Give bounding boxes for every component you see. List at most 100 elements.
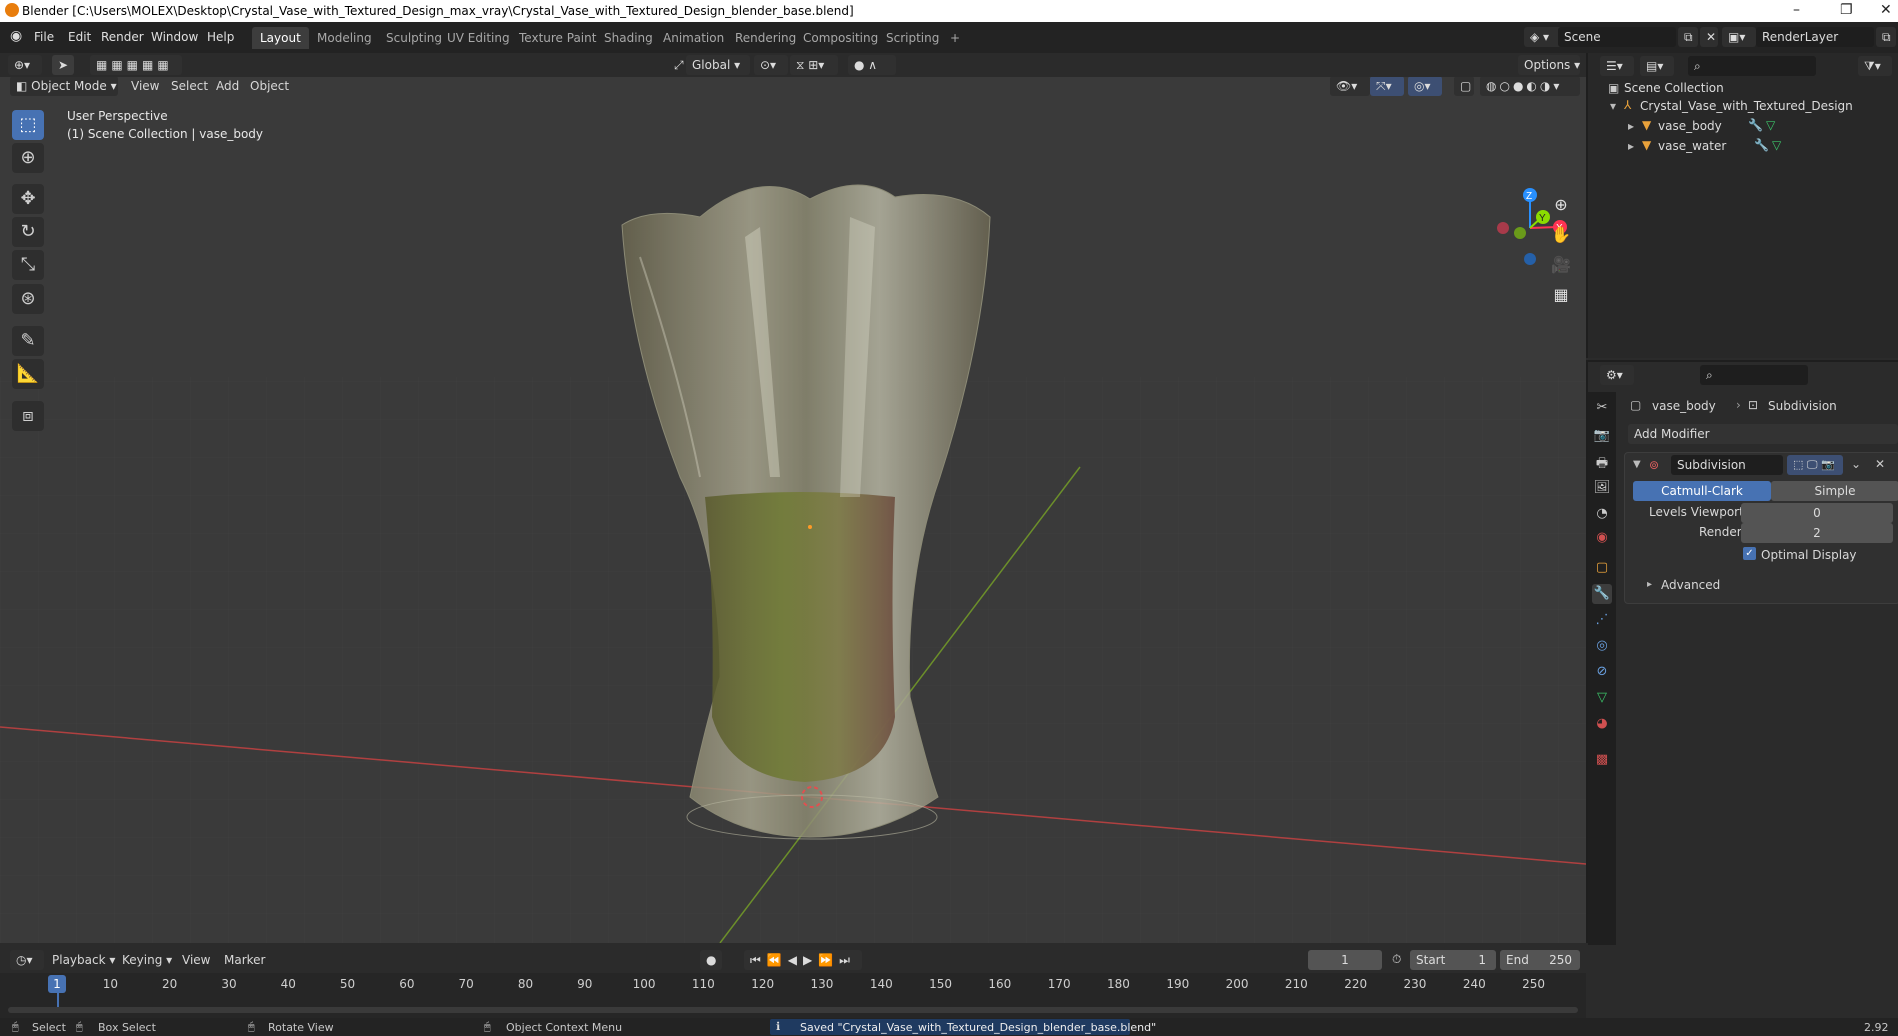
cursor-tool-icon[interactable]: ⊕: [12, 143, 44, 173]
optimal-display-checkbox[interactable]: ✓: [1743, 547, 1756, 560]
modifier-dropdown-icon[interactable]: ⌄: [1851, 457, 1861, 471]
filter-icon[interactable]: ⧩▾: [1858, 56, 1892, 76]
menu-help[interactable]: Help: [207, 30, 234, 44]
modifier-tab-icon[interactable]: 🔧: [1592, 584, 1612, 604]
tool-cursor-icon[interactable]: ➤: [52, 55, 74, 75]
outliner-editor-type-icon[interactable]: ☰▾: [1600, 56, 1634, 76]
timeline-area[interactable]: 1 10 20 30 40 50 60 70 80 90 100 110 120 130 140 150 16…: [0, 973, 1586, 1018]
editor-type-icon[interactable]: ⊕▾: [8, 55, 42, 75]
output-tab-icon[interactable]: 🖶: [1592, 454, 1612, 474]
expand-arrow-icon[interactable]: ▸: [1628, 119, 1634, 133]
object-tab-icon[interactable]: ▢: [1592, 558, 1612, 578]
delete-scene-icon[interactable]: ✕: [1700, 27, 1718, 47]
properties-search-input[interactable]: ⌕: [1700, 365, 1808, 385]
playback-menu[interactable]: Playback ▾: [52, 953, 115, 967]
timeline-scrollbar[interactable]: [8, 1007, 1578, 1013]
tab-compositing[interactable]: Compositing: [795, 27, 886, 49]
transform-orientation-dropdown[interactable]: Global ▾: [686, 55, 750, 75]
modifier-visibility-toggles[interactable]: ⬚ 🖵 📷: [1787, 455, 1843, 475]
modifier-wrench-icon[interactable]: 🔧: [1754, 138, 1769, 152]
tab-shading[interactable]: Shading: [596, 27, 661, 49]
gizmo-neg-y-icon[interactable]: [1514, 227, 1526, 239]
add-cube-tool-icon[interactable]: ⧈: [12, 401, 44, 431]
outliner-collection-row[interactable]: ▾ ⅄ Crystal_Vase_with_Textured_Design: [1588, 96, 1898, 116]
3d-viewport[interactable]: Z Y X ◧ Object Mode ▾ View Select Add Ob…: [0, 77, 1586, 943]
snap-icon[interactable]: ⧖ ⊞▾: [790, 55, 838, 75]
outliner-vase-water-row[interactable]: ▸ ▼ vase_water 🔧 ▽: [1588, 136, 1898, 156]
display-mode-icon[interactable]: ▤▾: [1640, 56, 1674, 76]
world-tab-icon[interactable]: ◉: [1592, 528, 1612, 548]
move-tool-icon[interactable]: ✥: [12, 184, 44, 214]
tab-rendering[interactable]: Rendering: [727, 27, 804, 49]
close-button[interactable]: ✕: [1880, 2, 1892, 18]
tab-texture-paint[interactable]: Texture Paint: [511, 27, 604, 49]
gizmo-neg-x-icon[interactable]: [1497, 222, 1509, 234]
transform-orientation-icon[interactable]: ⤢: [668, 55, 688, 75]
menu-edit[interactable]: Edit: [68, 30, 91, 44]
expand-arrow-icon[interactable]: ▾: [1610, 99, 1616, 113]
mesh-data-icon[interactable]: ▽: [1766, 118, 1775, 132]
start-frame-field[interactable]: Start 1: [1410, 950, 1496, 970]
object-menu[interactable]: Object: [250, 79, 289, 93]
menu-render[interactable]: Render: [101, 30, 144, 44]
scene-tab-icon[interactable]: ◔: [1592, 504, 1612, 524]
collapse-arrow-icon[interactable]: ▼: [1633, 459, 1641, 470]
menu-window[interactable]: Window: [151, 30, 198, 44]
restore-button[interactable]: ❐: [1840, 2, 1853, 18]
mode-dropdown[interactable]: ◧ Object Mode ▾: [10, 77, 118, 96]
data-tab-icon[interactable]: ▽: [1592, 688, 1612, 708]
keying-menu[interactable]: Keying ▾: [122, 953, 172, 967]
outliner-scene-collection[interactable]: ▣ Scene Collection: [1588, 78, 1898, 98]
outliner-vase-body-row[interactable]: ▸ ▼ vase_body 🔧 ▽: [1588, 116, 1898, 136]
proportional-edit-icon[interactable]: ● ∧: [848, 55, 896, 75]
tab-scripting[interactable]: Scripting: [878, 27, 947, 49]
end-frame-field[interactable]: End 250: [1500, 950, 1580, 970]
gizmo-neg-z-icon[interactable]: [1524, 253, 1536, 265]
modifier-remove-icon[interactable]: ✕: [1875, 457, 1885, 471]
expand-arrow-icon[interactable]: ▸: [1628, 139, 1634, 153]
tab-modeling[interactable]: Modeling: [309, 27, 380, 49]
marker-menu[interactable]: Marker: [224, 953, 265, 967]
options-dropdown[interactable]: Options ▾: [1518, 55, 1580, 75]
visibility-icon[interactable]: 👁▾: [1330, 77, 1370, 96]
tab-animation[interactable]: Animation: [655, 27, 732, 49]
render-layer-icon[interactable]: ▣▾: [1722, 27, 1756, 47]
texture-tab-icon[interactable]: ▩: [1592, 750, 1612, 770]
view-layer-tab-icon[interactable]: 🖼: [1592, 478, 1612, 498]
stopwatch-icon[interactable]: ⏱: [1392, 952, 1401, 967]
render-levels-field[interactable]: 2: [1741, 523, 1893, 543]
add-modifier-button[interactable]: Add Modifier: [1628, 424, 1898, 444]
view-menu[interactable]: View: [131, 79, 159, 93]
tab-layout[interactable]: Layout: [252, 27, 309, 49]
add-workspace-button[interactable]: +: [942, 27, 968, 49]
transform-tool-icon[interactable]: ⊛: [12, 284, 44, 314]
record-keyframe-icon[interactable]: ●: [700, 950, 722, 970]
menu-file[interactable]: File: [34, 30, 54, 44]
timeline-editor-type-icon[interactable]: ◷▾: [10, 950, 44, 970]
camera-view-icon[interactable]: 🎥: [1548, 252, 1574, 278]
physics-tab-icon[interactable]: ◎: [1592, 636, 1612, 656]
scene-selector[interactable]: Scene: [1558, 27, 1676, 47]
ortho-toggle-icon[interactable]: ▦: [1548, 282, 1574, 308]
render-layer-selector[interactable]: RenderLayer: [1756, 27, 1874, 47]
particles-tab-icon[interactable]: ⋰: [1592, 610, 1612, 630]
levels-viewport-field[interactable]: 0: [1741, 503, 1893, 523]
new-render-layer-icon[interactable]: ⧉: [1876, 27, 1896, 47]
outliner-search-input[interactable]: ⌕: [1688, 56, 1816, 76]
zoom-icon[interactable]: ⊕: [1548, 192, 1574, 218]
playback-controls[interactable]: ⏮⏪◀▶⏩⏭: [744, 950, 862, 970]
properties-editor-type-icon[interactable]: ⚙▾: [1600, 365, 1634, 385]
vase-water-mesh[interactable]: [705, 492, 895, 782]
select-box-tool-icon[interactable]: ⬚: [12, 110, 44, 140]
mesh-data-icon[interactable]: ▽: [1772, 138, 1781, 152]
minimize-button[interactable]: –: [1793, 2, 1800, 18]
modifier-name-field[interactable]: Subdivision: [1671, 455, 1783, 475]
pivot-point-icon[interactable]: ⊙▾: [754, 55, 788, 75]
tool-tab-icon[interactable]: ✂: [1592, 398, 1612, 418]
scale-tool-icon[interactable]: ⤡: [12, 250, 44, 280]
material-tab-icon[interactable]: ◕: [1592, 714, 1612, 734]
measure-tool-icon[interactable]: 📐: [12, 359, 44, 389]
current-frame-field[interactable]: 1: [1308, 950, 1382, 970]
new-scene-icon[interactable]: ⧉: [1678, 27, 1698, 47]
tab-uv-editing[interactable]: UV Editing: [439, 27, 518, 49]
